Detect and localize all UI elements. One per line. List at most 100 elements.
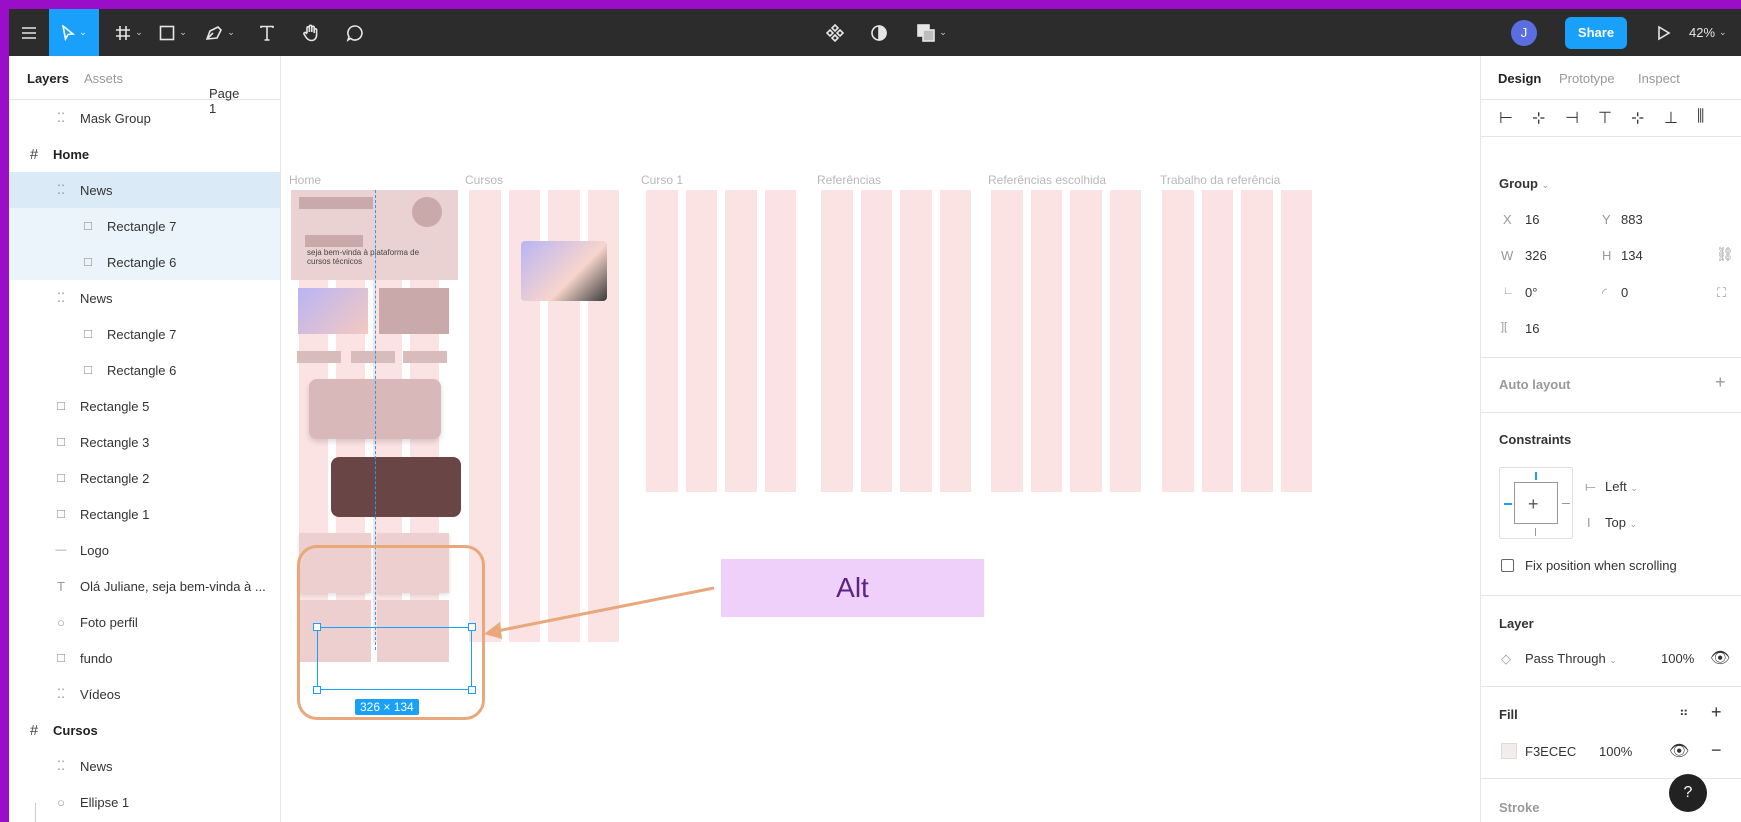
- tab-layers[interactable]: Layers: [27, 71, 69, 86]
- play-icon[interactable]: [1649, 9, 1679, 56]
- layer-item[interactable]: # Home: [9, 136, 280, 172]
- x-input[interactable]: 16: [1525, 212, 1539, 227]
- canvas[interactable]: Home Cursos Curso 1 Referências Referências …: [282, 56, 1479, 822]
- fill-eye-icon[interactable]: 👁: [1669, 741, 1689, 761]
- divider: [1481, 595, 1741, 596]
- components-icon[interactable]: [817, 9, 853, 56]
- tab-assets[interactable]: Assets: [84, 71, 123, 86]
- menu-icon[interactable]: [9, 9, 49, 56]
- pen-tool-icon: [206, 25, 223, 40]
- layer-opacity[interactable]: 100%: [1661, 651, 1694, 666]
- layer-item[interactable]: — Logo: [9, 532, 280, 568]
- mask-icon[interactable]: [861, 9, 897, 56]
- constraint-bottom-marker[interactable]: [1535, 528, 1536, 536]
- w-input[interactable]: 326: [1525, 248, 1547, 263]
- constraint-top-marker[interactable]: [1535, 472, 1537, 480]
- align-left-icon[interactable]: ⊢: [1499, 108, 1513, 128]
- layer-item[interactable]: ⁚⁚ Mask Group: [9, 100, 280, 136]
- radius-input[interactable]: 0: [1621, 285, 1628, 300]
- constraint-right-marker[interactable]: [1562, 503, 1570, 504]
- layer-item[interactable]: ○ Ellipse 1: [9, 784, 280, 820]
- vertical-constraint-select[interactable]: Top ⌄: [1605, 515, 1637, 530]
- layer-section-title: Layer: [1499, 616, 1534, 631]
- layer-label: Rectangle 6: [107, 362, 177, 378]
- layer-item[interactable]: ☐ Rectangle 7: [9, 208, 280, 244]
- layer-item[interactable]: ⁚⁚ News: [9, 280, 280, 316]
- figma-app: ⌄ ⌄ ⌄ ⌄ ⌄ J Share 42% ⌄ Layers Assets Pa…: [9, 9, 1741, 822]
- layer-item[interactable]: # Cursos: [9, 712, 280, 748]
- ellipse-icon: ○: [57, 614, 65, 630]
- constrain-proportions-icon[interactable]: ⛓: [1716, 246, 1734, 263]
- layer-item[interactable]: ☐ Rectangle 5: [9, 388, 280, 424]
- tab-design[interactable]: Design: [1498, 71, 1541, 86]
- zoom-value: 42%: [1689, 25, 1716, 40]
- share-button-wrap: Share: [1565, 9, 1627, 56]
- align-right-icon[interactable]: ⊣: [1565, 108, 1579, 128]
- annotation-box: Alt: [721, 559, 984, 617]
- hand-tool-icon[interactable]: [293, 9, 329, 56]
- layer-label: fundo: [80, 650, 113, 666]
- add-auto-layout-icon[interactable]: +: [1715, 372, 1726, 393]
- text-tool-icon[interactable]: [249, 9, 285, 56]
- align-horizontal-center-icon[interactable]: ⊹: [1532, 108, 1545, 128]
- align-bottom-icon[interactable]: ⊥: [1664, 108, 1678, 128]
- layer-item[interactable]: ☐ Rectangle 1: [9, 496, 280, 532]
- spacing-icon: ][: [1501, 321, 1508, 333]
- add-fill-icon[interactable]: +: [1711, 702, 1722, 723]
- style-grid-icon[interactable]: ⠶: [1679, 704, 1689, 720]
- frame-tool-button[interactable]: ⌄: [109, 9, 149, 56]
- horizontal-constraint-select[interactable]: Left ⌄: [1605, 479, 1638, 494]
- fill-swatch[interactable]: [1501, 743, 1517, 759]
- tab-inspect[interactable]: Inspect: [1638, 71, 1680, 86]
- move-tool-button[interactable]: ⌄: [49, 9, 99, 56]
- pen-tool-button[interactable]: ⌄: [199, 9, 241, 56]
- divider: [1481, 686, 1741, 687]
- share-button[interactable]: Share: [1565, 16, 1627, 49]
- h-input[interactable]: 134: [1621, 248, 1643, 263]
- layer-item[interactable]: ⁚⁚ News: [9, 748, 280, 784]
- align-top-icon[interactable]: ⊤: [1598, 108, 1612, 128]
- layer-item[interactable]: ☐ fundo: [9, 640, 280, 676]
- horizontal-constraint-icon: ⟝: [1585, 479, 1596, 494]
- remove-fill-icon[interactable]: −: [1711, 740, 1722, 761]
- group-section-title[interactable]: Group ⌄: [1499, 176, 1549, 191]
- tree-guide-line: [35, 803, 36, 822]
- fill-opacity[interactable]: 100%: [1599, 744, 1632, 759]
- layer-item[interactable]: ☐ Rectangle 6: [9, 244, 280, 280]
- blend-mode-select[interactable]: Pass Through ⌄: [1525, 651, 1617, 666]
- fix-position-checkbox[interactable]: [1501, 559, 1514, 572]
- tab-prototype[interactable]: Prototype: [1559, 71, 1615, 86]
- rectangle-icon: ☐: [56, 400, 66, 413]
- layer-label: Rectangle 2: [80, 470, 150, 486]
- constraint-left-marker[interactable]: [1504, 503, 1512, 505]
- layer-item[interactable]: T Olá Juliane, seja bem-vinda à ...: [9, 568, 280, 604]
- avatar[interactable]: J: [1509, 9, 1539, 56]
- layer-item[interactable]: ○ Foto perfil: [9, 604, 280, 640]
- help-button[interactable]: ?: [1669, 774, 1707, 812]
- layer-item[interactable]: ⁚⁚ Vídeos: [9, 676, 280, 712]
- divider: [1481, 357, 1741, 358]
- align-vertical-center-icon[interactable]: ⊹: [1631, 108, 1644, 128]
- zoom-dropdown[interactable]: 42% ⌄: [1689, 9, 1741, 56]
- independent-corners-icon[interactable]: ⛶: [1717, 285, 1726, 301]
- rotation-input[interactable]: 0°: [1525, 285, 1537, 300]
- boolean-button[interactable]: ⌄: [907, 9, 957, 56]
- spacing-input[interactable]: 16: [1525, 321, 1539, 336]
- fill-hex[interactable]: F3ECEC: [1525, 744, 1576, 759]
- layer-item[interactable]: ☐ Rectangle 3: [9, 424, 280, 460]
- distribute-icon[interactable]: ⫼: [1697, 108, 1704, 126]
- constraints-widget[interactable]: +: [1499, 467, 1573, 539]
- layer-item[interactable]: ☐ Rectangle 2: [9, 460, 280, 496]
- annotation-arrow: [484, 586, 715, 639]
- text-icon: T: [57, 578, 65, 594]
- layer-item[interactable]: ⁚⁚ News: [9, 172, 280, 208]
- y-input[interactable]: 883: [1621, 212, 1643, 227]
- layer-label: Home: [53, 146, 90, 162]
- comment-tool-icon[interactable]: [337, 9, 373, 56]
- line-icon: —: [55, 544, 67, 556]
- layer-item[interactable]: ☐ Rectangle 6: [9, 352, 280, 388]
- shape-tool-button[interactable]: ⌄: [153, 9, 193, 56]
- layer-item[interactable]: ☐ Rectangle 7: [9, 316, 280, 352]
- layer-label: Olá Juliane, seja bem-vinda à ...: [80, 578, 266, 594]
- eye-icon[interactable]: 👁: [1710, 648, 1730, 668]
